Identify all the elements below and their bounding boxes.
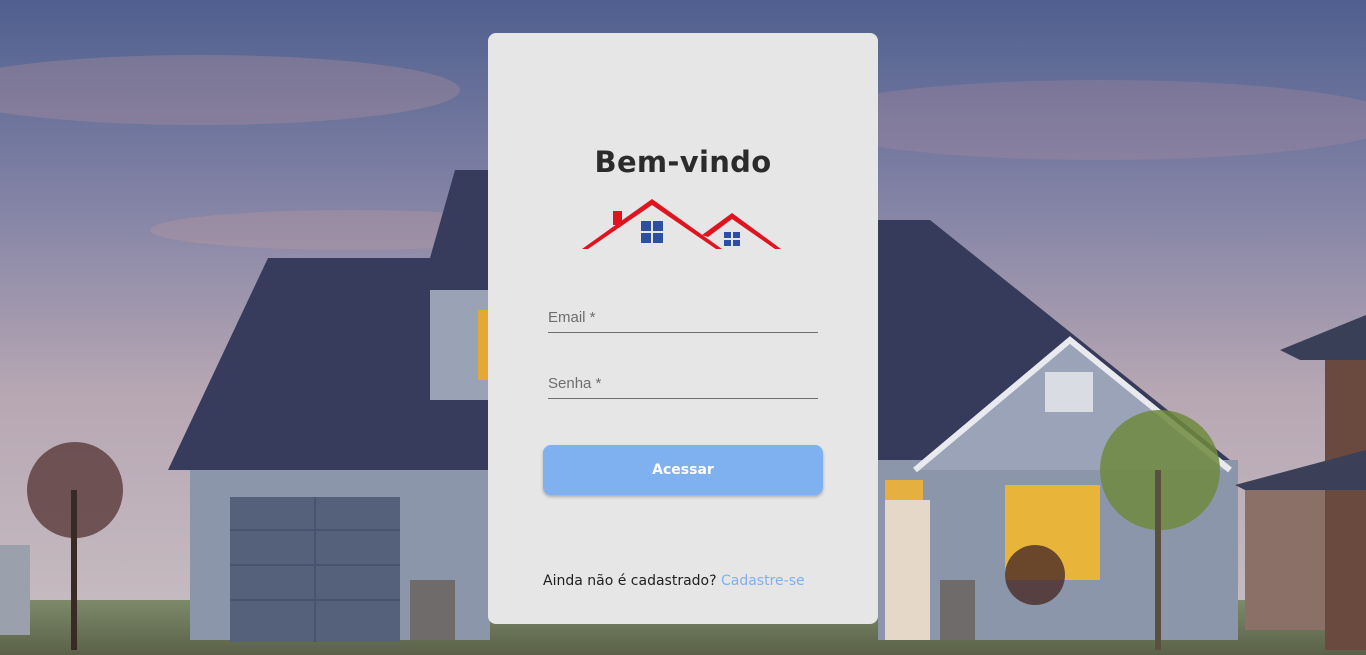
email-field-wrapper xyxy=(548,293,818,333)
password-field-wrapper xyxy=(548,359,818,399)
submit-button[interactable]: Acessar xyxy=(543,445,823,495)
signup-prompt-line: Ainda não é cadastrado? Cadastre-se xyxy=(543,573,805,589)
welcome-title: Bem-vindo xyxy=(594,145,772,179)
email-input[interactable] xyxy=(548,309,818,326)
signup-prompt-text: Ainda não é cadastrado? xyxy=(543,573,717,589)
house-roofs-logo-icon xyxy=(582,195,784,253)
signup-link[interactable]: Cadastre-se xyxy=(721,573,805,589)
login-card: Bem-vindo Acessar Ainda não é cadast xyxy=(488,33,878,624)
password-input[interactable] xyxy=(548,375,818,392)
